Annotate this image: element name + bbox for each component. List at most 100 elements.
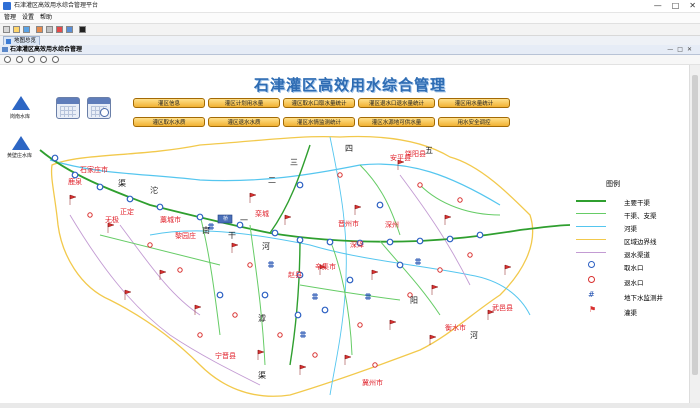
branch-canal-swatch: [576, 213, 606, 214]
flag-marker: [284, 214, 292, 225]
city-label[interactable]: 深州: [385, 220, 399, 230]
city-label[interactable]: 晋州市: [338, 219, 359, 229]
main-canal: [39, 149, 571, 243]
new-icon[interactable]: [3, 26, 10, 33]
record-icon[interactable]: [56, 26, 63, 33]
well-marker: [312, 293, 318, 300]
vertical-scrollbar[interactable]: [689, 65, 700, 403]
intake-point: [346, 276, 354, 284]
flag-marker: [431, 284, 439, 295]
reservoir-icon[interactable]: [12, 136, 30, 150]
nav-button-usage-stats[interactable]: 灌区用水量统计: [438, 98, 510, 108]
city-label[interactable]: 黎园庄: [175, 231, 196, 241]
nav-button-safety-control[interactable]: 用水安全调控: [438, 117, 510, 127]
return-outlet: [277, 332, 283, 338]
canal-7: [99, 234, 221, 266]
save-icon[interactable]: [23, 26, 30, 33]
window-controls: — □ ✕: [654, 0, 696, 12]
nav-button-intake-quality[interactable]: 灌区取水水质: [133, 117, 205, 127]
nav-button-water-monitoring[interactable]: 灌区水情监测统计: [283, 117, 355, 127]
river-fuyang: [149, 230, 531, 316]
channel-char: 一: [240, 216, 248, 225]
return-outlet: [372, 362, 378, 368]
panel-title: 石津灌区高效用水综合管理: [10, 46, 83, 53]
legend-item: ⚑ 灌渠: [589, 305, 637, 317]
pan-icon[interactable]: [28, 56, 35, 63]
window-title: 石津灌区高效用水综合管理平台: [14, 2, 99, 9]
return-outlet: [467, 252, 473, 258]
intake-point: [296, 181, 304, 189]
close-button[interactable]: ✕: [689, 0, 696, 12]
nav-button-planned-water[interactable]: 灌区计划用水量: [208, 98, 280, 108]
tool-icon[interactable]: [36, 26, 43, 33]
channel-char: 渠: [258, 371, 266, 380]
print-icon[interactable]: [46, 26, 53, 33]
menu-settings[interactable]: 设置: [22, 13, 34, 23]
city-label[interactable]: 衡水市: [445, 323, 466, 333]
open-folder-icon[interactable]: [13, 26, 20, 33]
city-label[interactable]: 石家庄市: [80, 165, 108, 175]
panel-header: 石津灌区高效用水综合管理 —□✕: [0, 45, 700, 55]
city-label[interactable]: 赵县: [288, 270, 302, 280]
city-label[interactable]: 无极: [105, 215, 119, 225]
intake-point: [216, 291, 224, 299]
return-outlet: [147, 242, 153, 248]
refresh-icon[interactable]: [52, 56, 59, 63]
channel-char: 河: [262, 242, 270, 251]
monitor-icon[interactable]: [79, 26, 86, 33]
city-label[interactable]: 武邑县: [492, 303, 513, 313]
city-label[interactable]: 正定: [120, 207, 134, 217]
zoom-out-icon[interactable]: [16, 56, 23, 63]
legend-item: 河渠: [576, 222, 696, 233]
return-outlets: [87, 172, 473, 368]
intake-point: [271, 229, 279, 237]
panel-controls[interactable]: —□✕: [667, 45, 696, 54]
intake-point: [386, 238, 394, 246]
maximize-button[interactable]: □: [672, 0, 680, 12]
city-label[interactable]: 辛集市: [315, 262, 336, 272]
nav-button-return-quality[interactable]: 灌区退水水质: [208, 117, 280, 127]
city-label[interactable]: 藁城市: [160, 215, 181, 225]
menu-help[interactable]: 帮助: [40, 13, 52, 23]
menu-manage[interactable]: 管理: [4, 13, 16, 23]
nav-button-source-supply[interactable]: 灌区水源地可供水量: [358, 117, 435, 127]
flag-marker: [344, 354, 352, 365]
nav-button-intake-stats[interactable]: 灌区取水口取水量统计: [283, 98, 355, 108]
flag-marker: [389, 319, 397, 330]
users-icon[interactable]: [66, 26, 73, 33]
city-label[interactable]: 安平县: [390, 153, 411, 163]
scroll-thumb[interactable]: [692, 75, 698, 375]
minimize-button[interactable]: —: [654, 0, 662, 12]
channel-char: 南: [202, 226, 210, 235]
flag-marker: [444, 214, 452, 225]
legend-item: 区域边界线: [576, 235, 696, 246]
nav-button-district-info[interactable]: 灌区信息: [133, 98, 205, 108]
city-label[interactable]: 鹿泉: [68, 177, 82, 187]
city-label[interactable]: 冀州市: [362, 378, 383, 388]
return-outlet: [357, 322, 363, 328]
city-label[interactable]: 栾城: [255, 209, 269, 219]
return-outlet: [247, 262, 253, 268]
canal-branch-south: [289, 236, 301, 366]
return-outlet-icon: [588, 276, 595, 283]
well-marker: [365, 293, 371, 300]
map-icon: [6, 39, 11, 44]
legend-item: 退水渠道: [576, 248, 696, 259]
full-extent-icon[interactable]: [40, 56, 47, 63]
flag-marker: [257, 349, 265, 360]
reservoir-icon[interactable]: [12, 96, 30, 110]
channel-char: 阳: [410, 296, 418, 305]
zoom-in-icon[interactable]: [4, 56, 11, 63]
menubar: 管理 设置 帮助: [0, 13, 700, 24]
return-outlet: [177, 267, 183, 273]
nav-button-return-stats[interactable]: 灌区退水口退水量统计: [358, 98, 435, 108]
city-label[interactable]: 深泽: [350, 240, 364, 250]
intake-point: [326, 238, 334, 246]
intake-point: [296, 236, 304, 244]
city-label[interactable]: 宁晋县: [215, 351, 236, 361]
return-outlet: [87, 212, 93, 218]
well-marker: [300, 331, 306, 338]
calendar-icon[interactable]: [56, 97, 80, 119]
calendar-clock-icon[interactable]: [87, 97, 111, 119]
reservoir-label: 岗南水库: [10, 114, 31, 120]
